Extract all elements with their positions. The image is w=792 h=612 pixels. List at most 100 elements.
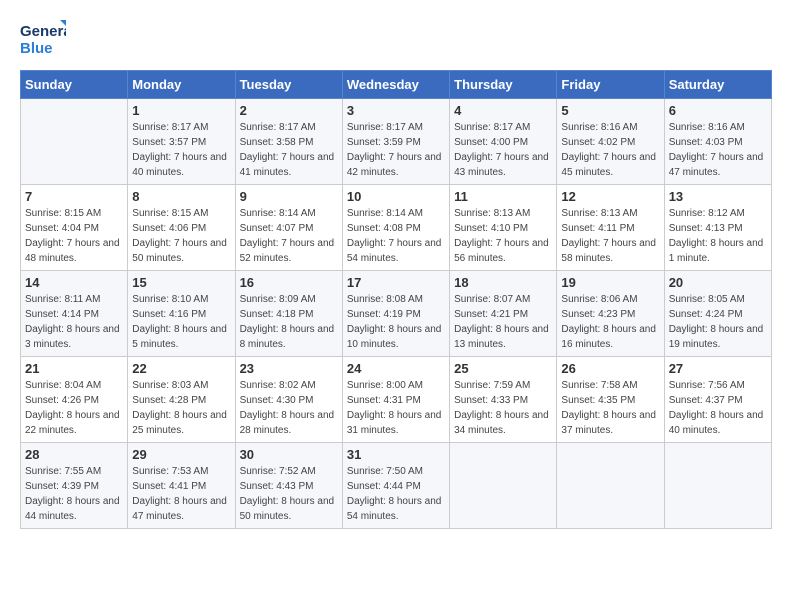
day-number: 25 (454, 361, 552, 376)
day-info: Sunrise: 8:12 AMSunset: 4:13 PMDaylight:… (669, 206, 767, 266)
day-number: 24 (347, 361, 445, 376)
day-info: Sunrise: 8:00 AMSunset: 4:31 PMDaylight:… (347, 378, 445, 438)
day-number: 2 (240, 103, 338, 118)
day-number: 26 (561, 361, 659, 376)
day-number: 22 (132, 361, 230, 376)
calendar-cell: 16 Sunrise: 8:09 AMSunset: 4:18 PMDaylig… (235, 271, 342, 357)
day-info: Sunrise: 8:05 AMSunset: 4:24 PMDaylight:… (669, 292, 767, 352)
day-number: 14 (25, 275, 123, 290)
day-number: 29 (132, 447, 230, 462)
calendar-cell: 19 Sunrise: 8:06 AMSunset: 4:23 PMDaylig… (557, 271, 664, 357)
day-info: Sunrise: 8:14 AMSunset: 4:07 PMDaylight:… (240, 206, 338, 266)
calendar-cell: 13 Sunrise: 8:12 AMSunset: 4:13 PMDaylig… (664, 185, 771, 271)
day-number: 30 (240, 447, 338, 462)
calendar-cell (21, 99, 128, 185)
day-number: 6 (669, 103, 767, 118)
header-thursday: Thursday (450, 71, 557, 99)
day-info: Sunrise: 7:52 AMSunset: 4:43 PMDaylight:… (240, 464, 338, 524)
calendar-cell: 7 Sunrise: 8:15 AMSunset: 4:04 PMDayligh… (21, 185, 128, 271)
calendar-cell: 5 Sunrise: 8:16 AMSunset: 4:02 PMDayligh… (557, 99, 664, 185)
calendar-cell: 27 Sunrise: 7:56 AMSunset: 4:37 PMDaylig… (664, 357, 771, 443)
day-info: Sunrise: 8:15 AMSunset: 4:06 PMDaylight:… (132, 206, 230, 266)
day-number: 13 (669, 189, 767, 204)
day-number: 21 (25, 361, 123, 376)
logo: General Blue (20, 20, 66, 60)
day-info: Sunrise: 8:13 AMSunset: 4:11 PMDaylight:… (561, 206, 659, 266)
calendar-cell: 9 Sunrise: 8:14 AMSunset: 4:07 PMDayligh… (235, 185, 342, 271)
calendar-table: SundayMondayTuesdayWednesdayThursdayFrid… (20, 70, 772, 529)
calendar-cell: 10 Sunrise: 8:14 AMSunset: 4:08 PMDaylig… (342, 185, 449, 271)
calendar-cell: 22 Sunrise: 8:03 AMSunset: 4:28 PMDaylig… (128, 357, 235, 443)
day-info: Sunrise: 7:58 AMSunset: 4:35 PMDaylight:… (561, 378, 659, 438)
calendar-cell: 11 Sunrise: 8:13 AMSunset: 4:10 PMDaylig… (450, 185, 557, 271)
header-saturday: Saturday (664, 71, 771, 99)
day-info: Sunrise: 8:17 AMSunset: 3:59 PMDaylight:… (347, 120, 445, 180)
calendar-cell: 25 Sunrise: 7:59 AMSunset: 4:33 PMDaylig… (450, 357, 557, 443)
day-info: Sunrise: 7:50 AMSunset: 4:44 PMDaylight:… (347, 464, 445, 524)
day-info: Sunrise: 8:14 AMSunset: 4:08 PMDaylight:… (347, 206, 445, 266)
calendar-cell: 31 Sunrise: 7:50 AMSunset: 4:44 PMDaylig… (342, 443, 449, 529)
day-info: Sunrise: 8:17 AMSunset: 4:00 PMDaylight:… (454, 120, 552, 180)
day-info: Sunrise: 8:10 AMSunset: 4:16 PMDaylight:… (132, 292, 230, 352)
calendar-cell: 21 Sunrise: 8:04 AMSunset: 4:26 PMDaylig… (21, 357, 128, 443)
week-row-1: 1 Sunrise: 8:17 AMSunset: 3:57 PMDayligh… (21, 99, 772, 185)
day-info: Sunrise: 7:59 AMSunset: 4:33 PMDaylight:… (454, 378, 552, 438)
day-info: Sunrise: 8:09 AMSunset: 4:18 PMDaylight:… (240, 292, 338, 352)
day-info: Sunrise: 8:15 AMSunset: 4:04 PMDaylight:… (25, 206, 123, 266)
day-number: 20 (669, 275, 767, 290)
day-info: Sunrise: 8:11 AMSunset: 4:14 PMDaylight:… (25, 292, 123, 352)
day-number: 23 (240, 361, 338, 376)
logo-svg: General Blue (20, 20, 66, 60)
calendar-cell: 14 Sunrise: 8:11 AMSunset: 4:14 PMDaylig… (21, 271, 128, 357)
svg-text:Blue: Blue (20, 40, 53, 57)
week-row-3: 14 Sunrise: 8:11 AMSunset: 4:14 PMDaylig… (21, 271, 772, 357)
day-info: Sunrise: 8:04 AMSunset: 4:26 PMDaylight:… (25, 378, 123, 438)
week-row-5: 28 Sunrise: 7:55 AMSunset: 4:39 PMDaylig… (21, 443, 772, 529)
day-number: 15 (132, 275, 230, 290)
calendar-cell: 2 Sunrise: 8:17 AMSunset: 3:58 PMDayligh… (235, 99, 342, 185)
header-tuesday: Tuesday (235, 71, 342, 99)
day-number: 5 (561, 103, 659, 118)
week-row-4: 21 Sunrise: 8:04 AMSunset: 4:26 PMDaylig… (21, 357, 772, 443)
day-number: 19 (561, 275, 659, 290)
day-number: 16 (240, 275, 338, 290)
header-monday: Monday (128, 71, 235, 99)
day-info: Sunrise: 8:16 AMSunset: 4:03 PMDaylight:… (669, 120, 767, 180)
calendar-cell: 26 Sunrise: 7:58 AMSunset: 4:35 PMDaylig… (557, 357, 664, 443)
day-number: 8 (132, 189, 230, 204)
day-info: Sunrise: 8:06 AMSunset: 4:23 PMDaylight:… (561, 292, 659, 352)
day-number: 18 (454, 275, 552, 290)
calendar-cell: 4 Sunrise: 8:17 AMSunset: 4:00 PMDayligh… (450, 99, 557, 185)
header-sunday: Sunday (21, 71, 128, 99)
day-number: 9 (240, 189, 338, 204)
day-number: 28 (25, 447, 123, 462)
calendar-cell: 29 Sunrise: 7:53 AMSunset: 4:41 PMDaylig… (128, 443, 235, 529)
calendar-cell: 23 Sunrise: 8:02 AMSunset: 4:30 PMDaylig… (235, 357, 342, 443)
day-number: 11 (454, 189, 552, 204)
calendar-cell: 1 Sunrise: 8:17 AMSunset: 3:57 PMDayligh… (128, 99, 235, 185)
day-info: Sunrise: 8:02 AMSunset: 4:30 PMDaylight:… (240, 378, 338, 438)
header: General Blue (20, 20, 772, 60)
calendar-cell: 20 Sunrise: 8:05 AMSunset: 4:24 PMDaylig… (664, 271, 771, 357)
day-info: Sunrise: 8:16 AMSunset: 4:02 PMDaylight:… (561, 120, 659, 180)
day-number: 31 (347, 447, 445, 462)
calendar-cell: 30 Sunrise: 7:52 AMSunset: 4:43 PMDaylig… (235, 443, 342, 529)
calendar-cell (664, 443, 771, 529)
week-row-2: 7 Sunrise: 8:15 AMSunset: 4:04 PMDayligh… (21, 185, 772, 271)
day-info: Sunrise: 7:56 AMSunset: 4:37 PMDaylight:… (669, 378, 767, 438)
calendar-cell (450, 443, 557, 529)
day-info: Sunrise: 8:17 AMSunset: 3:57 PMDaylight:… (132, 120, 230, 180)
calendar-cell: 12 Sunrise: 8:13 AMSunset: 4:11 PMDaylig… (557, 185, 664, 271)
calendar-cell: 15 Sunrise: 8:10 AMSunset: 4:16 PMDaylig… (128, 271, 235, 357)
day-number: 7 (25, 189, 123, 204)
calendar-cell: 8 Sunrise: 8:15 AMSunset: 4:06 PMDayligh… (128, 185, 235, 271)
day-number: 10 (347, 189, 445, 204)
calendar-header-row: SundayMondayTuesdayWednesdayThursdayFrid… (21, 71, 772, 99)
day-info: Sunrise: 8:07 AMSunset: 4:21 PMDaylight:… (454, 292, 552, 352)
day-number: 17 (347, 275, 445, 290)
svg-text:General: General (20, 23, 66, 40)
calendar-cell: 18 Sunrise: 8:07 AMSunset: 4:21 PMDaylig… (450, 271, 557, 357)
day-number: 1 (132, 103, 230, 118)
day-info: Sunrise: 7:53 AMSunset: 4:41 PMDaylight:… (132, 464, 230, 524)
header-wednesday: Wednesday (342, 71, 449, 99)
